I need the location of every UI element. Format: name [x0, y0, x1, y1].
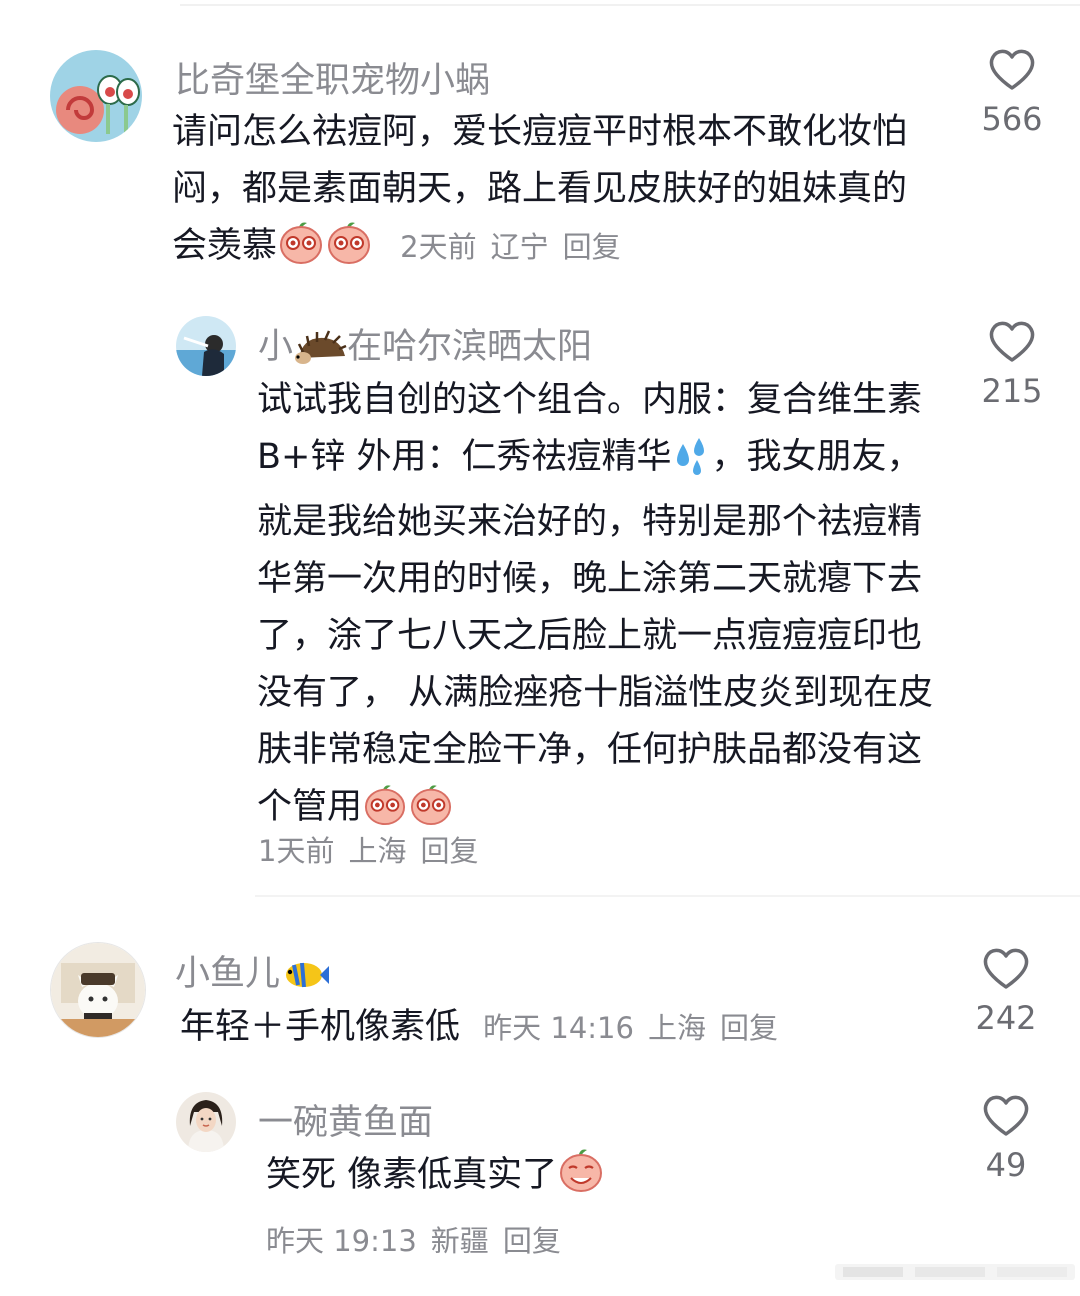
timestamp: 2天前 — [400, 230, 477, 264]
reply-button[interactable]: 回复 — [503, 1224, 561, 1258]
heart-icon — [989, 49, 1035, 90]
comment-text: 请问怎么祛痘阿，爱长痘痘平时根本不敢化妆怕闷，都是素面朝天，路上看见皮肤好的姐妹… — [172, 104, 912, 283]
tropical-fish-emoji — [280, 957, 330, 1002]
top-divider — [180, 4, 1080, 6]
like-button[interactable]: 566 — [972, 46, 1052, 138]
like-count: 242 — [975, 999, 1037, 1037]
comment-text-rest: ，我女朋友，就是我给她买来治好的，特别是那个祛痘精华第一次用的时候，晚上涂第二天… — [257, 437, 934, 827]
username[interactable]: 一碗黄鱼面 — [258, 1094, 433, 1145]
like-button[interactable]: 215 — [972, 318, 1052, 410]
location: 上海 — [647, 1011, 706, 1045]
like-button[interactable]: 49 — [966, 1092, 1046, 1184]
comment-meta: 2天前 辽宁 回复 — [400, 230, 634, 264]
watermark-logo — [835, 1258, 1075, 1286]
location: 新疆 — [430, 1224, 489, 1258]
username-text: 小鱼儿 — [175, 954, 281, 994]
sweat-drops-emoji — [671, 436, 711, 494]
hedgehog-emoji — [293, 330, 347, 375]
comment-text: 年轻＋手机像素低 昨天 14:16 上海 回复 — [180, 999, 940, 1057]
heart-icon — [989, 321, 1035, 362]
username[interactable]: 小 在哈尔滨晒太阳 — [258, 318, 592, 375]
reply-button[interactable]: 回复 — [720, 1011, 778, 1045]
like-count: 49 — [985, 1146, 1027, 1184]
comment-meta: 昨天 14:16 上海 回复 — [483, 1011, 792, 1045]
peach-emoji — [325, 221, 373, 283]
timestamp: 昨天 19:13 — [266, 1224, 417, 1258]
heart-icon — [983, 948, 1029, 989]
peach-emoji — [277, 221, 325, 283]
avatar[interactable] — [50, 942, 146, 1038]
like-count: 215 — [981, 372, 1043, 410]
comment-meta: 昨天 19:13 新疆 回复 — [266, 1218, 575, 1260]
avatar[interactable] — [50, 50, 142, 142]
heart-icon — [983, 1095, 1029, 1136]
username-prefix: 小 — [258, 327, 294, 367]
comment-text-body: 年轻＋手机像素低 — [180, 1007, 461, 1047]
divider — [255, 895, 1080, 897]
location: 辽宁 — [490, 230, 549, 264]
reply-button[interactable]: 回复 — [563, 230, 621, 264]
reply-button[interactable]: 回复 — [420, 834, 478, 868]
username-suffix: 在哈尔滨晒太阳 — [347, 327, 593, 367]
location: 上海 — [348, 834, 407, 868]
username[interactable]: 小鱼儿 — [175, 945, 330, 1002]
comment-text-body: 笑死 像素低真实了 — [266, 1155, 558, 1195]
peach-emoji — [557, 1148, 605, 1212]
like-count: 566 — [981, 100, 1043, 138]
timestamp: 1天前 — [258, 834, 335, 868]
avatar[interactable] — [176, 1092, 236, 1152]
username[interactable]: 比奇堡全职宠物小蜗 — [175, 52, 490, 103]
comment-meta: 1天前 上海 回复 — [258, 828, 492, 870]
avatar[interactable] — [176, 316, 236, 376]
comment-text: 笑死 像素低真实了 — [266, 1147, 906, 1212]
like-button[interactable]: 242 — [966, 945, 1046, 1037]
timestamp: 昨天 14:16 — [483, 1011, 634, 1045]
comment-text: 试试我自创的这个组合。内服：复合维生素B+锌 外用：仁秀祛痘精华 ，我女朋友，就是… — [257, 372, 937, 844]
